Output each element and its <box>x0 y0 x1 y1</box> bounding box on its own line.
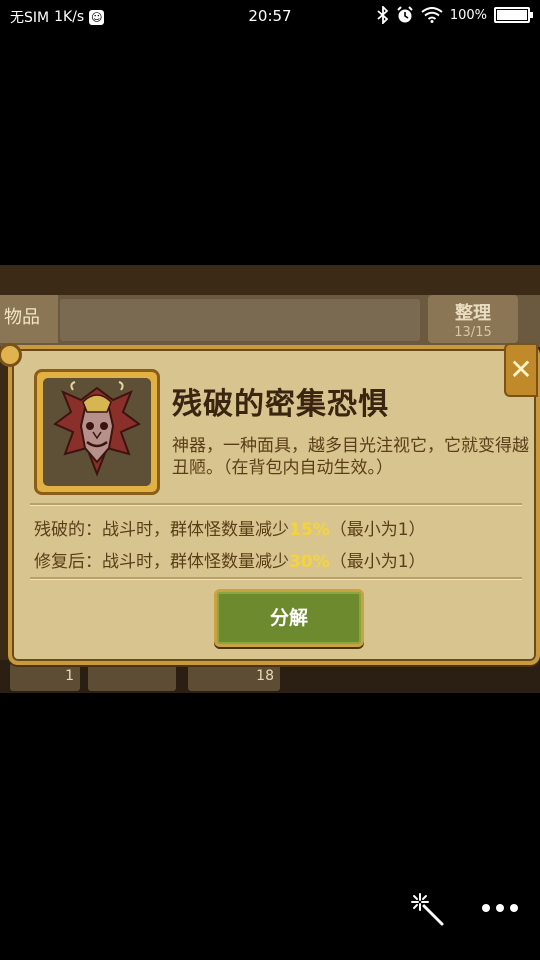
effect-prefix: 残破的：战斗时，群体怪数量减少 <box>34 520 289 540</box>
effect-repaired: 修复后：战斗时，群体怪数量减少30%（最小为1） <box>34 547 426 572</box>
slot-count: 1 <box>65 668 74 684</box>
item-detail-dialog: ✕ 残破的密集恐惧 神器，一种面具，越多目光注视它，它就变得越丑陋。（在背包内自… <box>0 343 540 665</box>
item-icon-frame <box>34 369 160 495</box>
effect-suffix: （最小为1） <box>329 520 426 540</box>
effect-prefix: 修复后：战斗时，群体怪数量减少 <box>34 552 289 572</box>
slot-count: 18 <box>256 668 274 684</box>
item-title: 残破的密集恐惧 <box>172 387 389 422</box>
status-right: 100% <box>377 6 533 24</box>
effect-damaged: 残破的：战斗时，群体怪数量减少15%（最小为1） <box>34 515 426 540</box>
more-dot <box>510 904 518 912</box>
inventory-slot[interactable]: 1 <box>10 663 80 691</box>
sort-button[interactable]: 整理 13/15 <box>428 295 518 343</box>
more-icon[interactable] <box>482 900 520 916</box>
decompose-button[interactable]: 分解 <box>214 589 364 647</box>
bluetooth-icon <box>377 6 389 24</box>
effect-percent: 15% <box>289 520 330 540</box>
status-bar: 无SIM 1K/s ☺ 20:57 100% <box>0 0 540 34</box>
battery-percent: 100% <box>449 7 487 23</box>
close-button[interactable]: ✕ <box>504 343 538 397</box>
game-area: 物品 整理 13/15 1 18 ✕ 残破的密集恐惧 神器，一种面具，越多目光注… <box>0 265 540 693</box>
alarm-icon <box>397 6 413 23</box>
inventory-slot[interactable] <box>88 663 176 691</box>
mask-artifact-icon <box>53 381 141 477</box>
divider <box>30 503 522 506</box>
inventory-bar <box>60 299 420 341</box>
dialog-corner-ornament <box>0 343 22 367</box>
battery-level <box>497 10 527 20</box>
effect-suffix: （最小为1） <box>329 552 426 572</box>
item-icon-background <box>43 378 151 486</box>
close-icon: ✕ <box>509 353 533 386</box>
bag-capacity: 13/15 <box>454 325 492 340</box>
wifi-icon <box>421 7 443 23</box>
effect-percent: 30% <box>289 552 330 572</box>
more-dot <box>496 904 504 912</box>
sort-label: 整理 <box>455 303 491 324</box>
inventory-slot[interactable]: 18 <box>188 663 280 691</box>
magic-wand-icon[interactable] <box>410 892 446 928</box>
items-tab[interactable]: 物品 <box>0 295 58 343</box>
battery-icon <box>494 7 533 23</box>
divider <box>30 577 522 580</box>
more-dot <box>482 904 490 912</box>
item-description: 神器，一种面具，越多目光注视它，它就变得越丑陋。（在背包内自动生效。） <box>172 436 529 478</box>
